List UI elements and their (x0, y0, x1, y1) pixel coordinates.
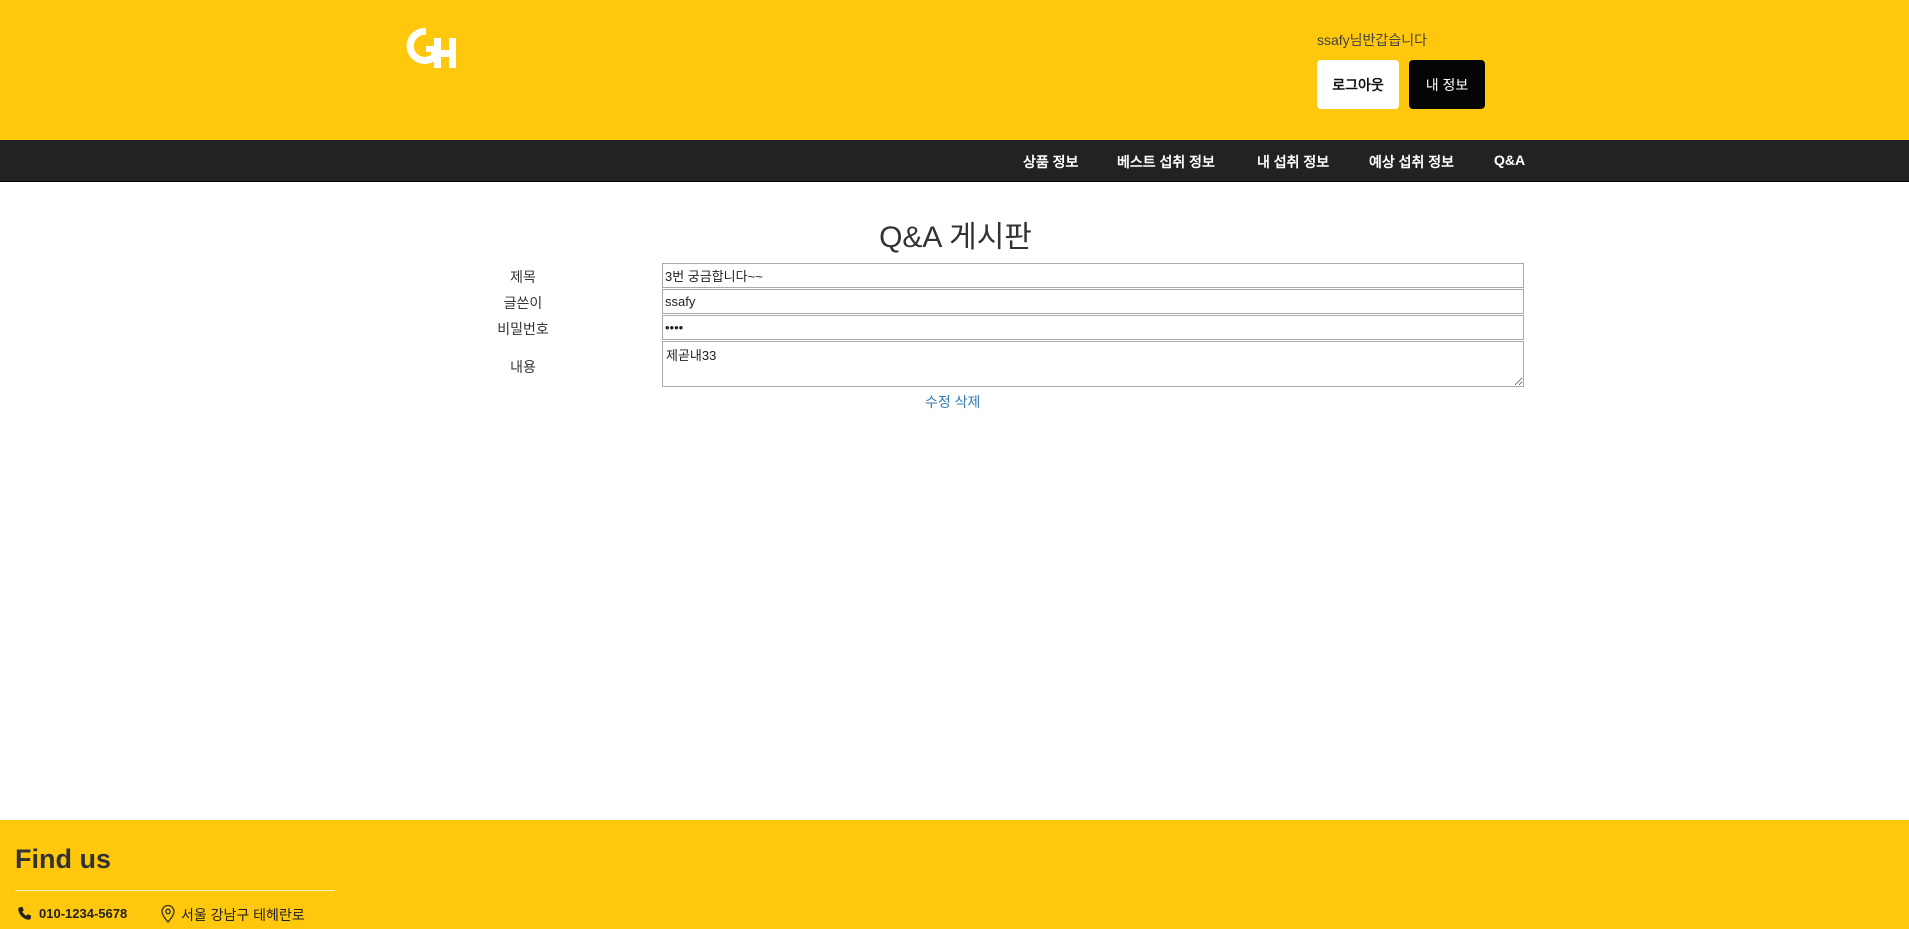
content-label: 내용 (510, 359, 536, 375)
map-pin-icon (161, 905, 175, 923)
author-label: 글쓴이 (503, 295, 543, 311)
footer-address: 서울 강남구 테헤란로 (181, 907, 305, 923)
password-label: 비밀번호 (497, 321, 549, 337)
gh-logo[interactable] (404, 24, 458, 74)
author-input[interactable] (662, 289, 1524, 314)
page-title-text: Q&A 게시판 (879, 221, 1032, 254)
footer-phone: 010-1234-5678 (39, 906, 128, 921)
main-nav: 상품 정보 베스트 섭취 정보 내 섭취 정보 예상 섭취 정보 Q&A (0, 140, 1909, 182)
nav-item-qna[interactable]: Q&A (1494, 152, 1525, 168)
page-title: Q&A 게시판 (0, 212, 1909, 256)
logout-button[interactable]: 로그아웃 (1317, 60, 1399, 109)
nav-item-product-info[interactable]: 상품 정보 (1023, 152, 1078, 172)
nav-item-best-intake[interactable]: 베스트 섭취 정보 (1117, 152, 1215, 172)
title-input[interactable] (662, 263, 1524, 288)
footer-divider (15, 890, 335, 891)
title-label: 제목 (510, 269, 536, 285)
my-info-button[interactable]: 내 정보 (1409, 60, 1485, 109)
edit-link[interactable]: 수정 (925, 394, 951, 410)
footer-title: Find us (15, 844, 111, 874)
delete-link[interactable]: 삭제 (955, 394, 981, 410)
nav-item-my-intake[interactable]: 내 섭취 정보 (1257, 152, 1329, 172)
greeting-text: ssafy님반갑습니다 (1317, 32, 1427, 48)
board-actions: 수정 삭제 (925, 392, 980, 412)
site-header: ssafy님반갑습니다 로그아웃 내 정보 (0, 0, 1909, 140)
nav-item-expected-intake[interactable]: 예상 섭취 정보 (1369, 152, 1454, 172)
content-textarea[interactable]: 제곧내33 (662, 341, 1524, 387)
phone-icon (18, 907, 31, 920)
password-input[interactable] (662, 315, 1524, 340)
site-footer: Find us 010-1234-5678 서울 강남구 테헤란로 (0, 820, 1909, 929)
